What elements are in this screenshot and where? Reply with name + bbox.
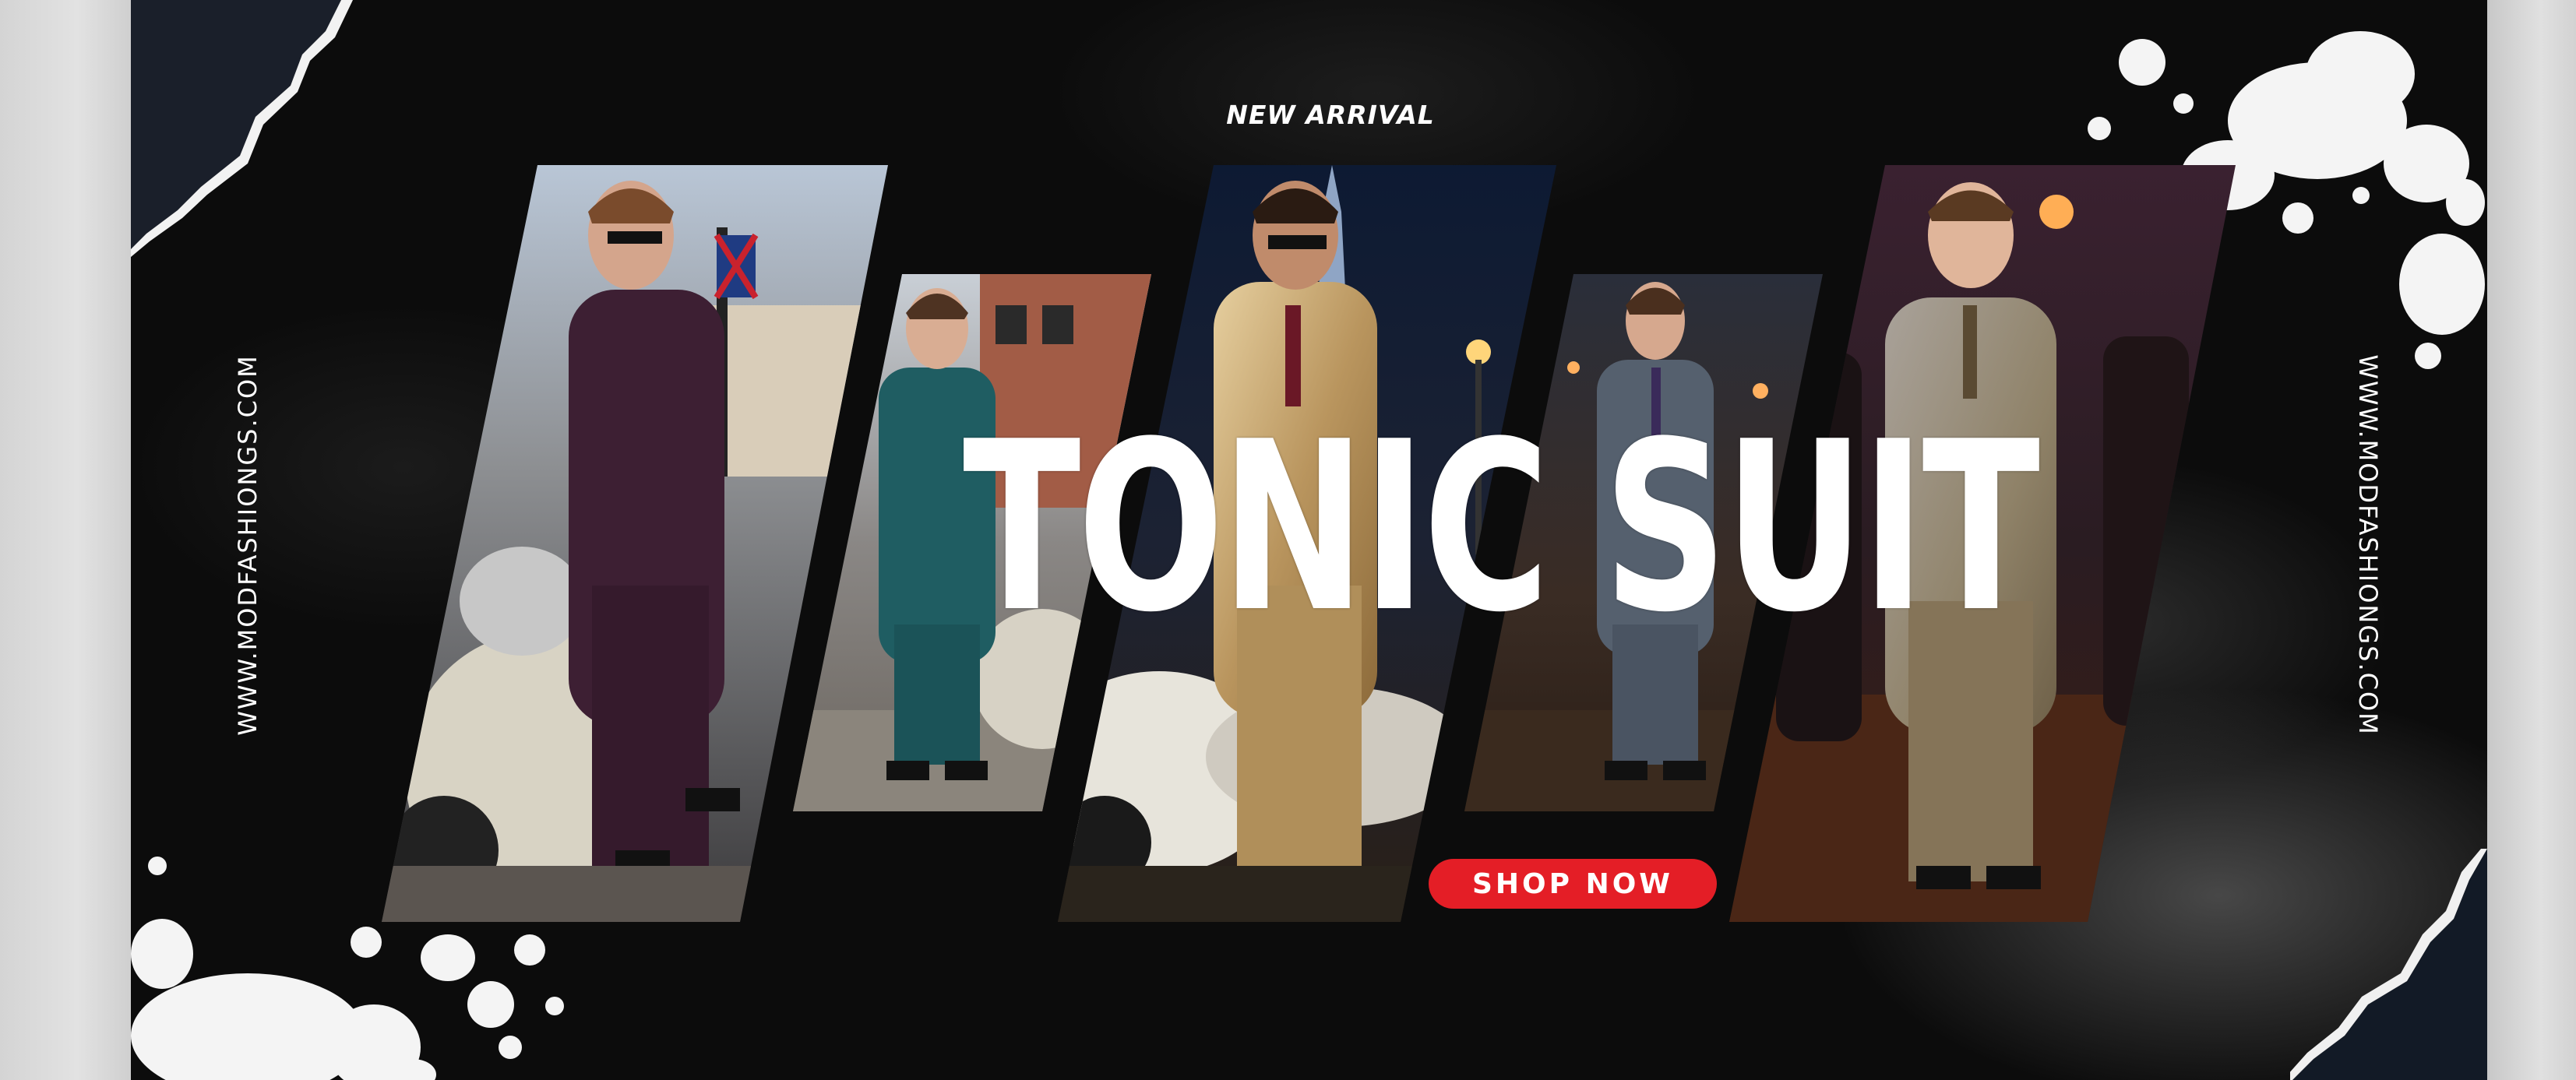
shop-now-button[interactable]: SHOP NOW bbox=[1429, 859, 1717, 909]
torn-paper-bottom-right bbox=[2290, 849, 2487, 1080]
banner-canvas: NEW ARRIVAL TONIC SUIT SHOP NOW WWW.MODF… bbox=[0, 0, 2576, 1080]
website-url-right[interactable]: WWW.MODFASHIONGS.COM bbox=[2353, 354, 2383, 736]
new-arrival-label: NEW ARRIVAL bbox=[1226, 100, 1435, 130]
website-url-left[interactable]: WWW.MODFASHIONGS.COM bbox=[233, 354, 263, 736]
headline-title: TONIC SUIT bbox=[963, 392, 2040, 663]
torn-paper-top-left bbox=[131, 0, 353, 257]
right-paper-margin bbox=[2487, 0, 2576, 1080]
